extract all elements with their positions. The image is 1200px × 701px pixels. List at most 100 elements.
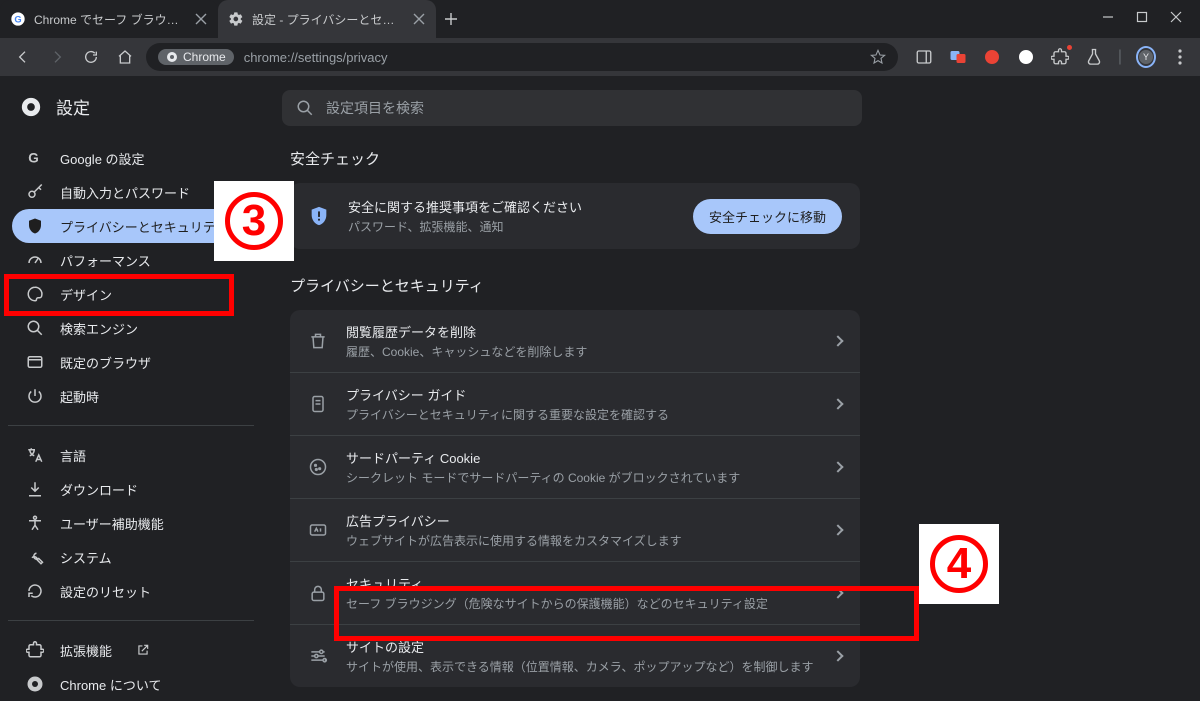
sidebar-divider (8, 425, 254, 426)
privacy-row-guide[interactable]: プライバシー ガイドプライバシーとセキュリティに関する重要な設定を確認する (290, 372, 860, 435)
sidebar-item-reset[interactable]: 設定のリセット (12, 574, 244, 608)
avatar[interactable]: Y (1136, 47, 1156, 67)
sidebar-item-key[interactable]: 自動入力とパスワード (12, 175, 244, 209)
back-button[interactable] (10, 44, 36, 70)
sidebar-item-search[interactable]: 検索エンジン (12, 311, 244, 345)
reload-button[interactable] (78, 44, 104, 70)
privacy-card: 閲覧履歴データを削除履歴、Cookie、キャッシュなどを削除しますプライバシー … (290, 310, 860, 687)
palette-icon (26, 285, 44, 303)
privacy-row-lock[interactable]: セキュリティセーフ ブラウジング（危険なサイトからの保護機能）などのセキュリティ… (290, 561, 860, 624)
privacy-row-trash[interactable]: 閲覧履歴データを削除履歴、Cookie、キャッシュなどを削除します (290, 310, 860, 372)
maximize-icon[interactable] (1136, 10, 1148, 28)
svg-text:G: G (14, 14, 21, 24)
sidebar-item-label: 設定のリセット (60, 582, 151, 601)
privacy-row-tune[interactable]: サイトの設定サイトが使用、表示できる情報（位置情報、カメラ、ポップアップなど）を… (290, 624, 860, 687)
reset-icon (26, 582, 44, 600)
window-buttons (1102, 0, 1200, 38)
labs-icon[interactable] (1084, 47, 1104, 67)
toolbar-actions: | Y (906, 47, 1190, 67)
safety-title: 安全に関する推奨事項をご確認ください (348, 197, 675, 216)
panel-icon[interactable] (914, 47, 934, 67)
shield-warn-icon (308, 205, 330, 227)
trash-icon (308, 331, 328, 351)
sidebar-item-palette[interactable]: デザイン (12, 277, 244, 311)
key-icon (26, 183, 44, 201)
sidebar-item-label: ダウンロード (60, 480, 138, 499)
sidebar-item-accessibility[interactable]: ユーザー補助機能 (12, 506, 244, 540)
row-subtitle: プライバシーとセキュリティに関する重要な設定を確認する (346, 406, 816, 423)
settings-search[interactable]: 設定項目を検索 (282, 90, 862, 126)
star-icon[interactable] (870, 49, 886, 65)
tune-icon (308, 646, 328, 666)
sidebar-item-label: 拡張機能 (60, 641, 112, 660)
sidebar-item-label: 言語 (60, 446, 86, 465)
sidebar-item-label: ユーザー補助機能 (60, 514, 164, 533)
ads-icon (308, 520, 328, 540)
search-icon (296, 99, 314, 117)
row-title: プライバシー ガイド (346, 385, 816, 404)
row-title: サイトの設定 (346, 637, 816, 656)
row-subtitle: セーフ ブラウジング（危険なサイトからの保護機能）などのセキュリティ設定 (346, 595, 816, 612)
sidebar-item-label: 自動入力とパスワード (60, 183, 190, 202)
sidebar-item-gauge[interactable]: パフォーマンス (12, 243, 244, 277)
settings-main: 設定項目を検索 安全チェック 安全に関する推奨事項をご確認ください パスワード、… (262, 76, 1200, 698)
sidebar-item-puzzle[interactable]: 拡張機能 (12, 633, 244, 667)
sidebar-item-chrome[interactable]: Chrome について (12, 667, 244, 701)
section-title-privacy: プライバシーとセキュリティ (290, 275, 1200, 296)
sidebar-item-label: システム (60, 548, 112, 567)
sidebar-item-translate[interactable]: 言語 (12, 438, 244, 472)
privacy-row-ads[interactable]: 広告プライバシーウェブサイトが広告表示に使用する情報をカスタマイズします (290, 498, 860, 561)
chevron-right-icon (832, 524, 843, 535)
safety-check-button[interactable]: 安全チェックに移動 (693, 199, 842, 234)
power-icon (26, 387, 44, 405)
sidebar-item-label: 既定のブラウザ (60, 353, 151, 372)
sidebar-item-browser[interactable]: 既定のブラウザ (12, 345, 244, 379)
privacy-row-cookie[interactable]: サードパーティ Cookieシークレット モードでサードパーティの Cookie… (290, 435, 860, 498)
minimize-icon[interactable] (1102, 10, 1114, 28)
close-icon[interactable] (412, 12, 426, 26)
home-button[interactable] (112, 44, 138, 70)
chevron-right-icon (832, 335, 843, 346)
sidebar-item-power[interactable]: 起動時 (12, 379, 244, 413)
kebab-menu-icon[interactable] (1170, 47, 1190, 67)
sidebar-item-wrench[interactable]: システム (12, 540, 244, 574)
row-subtitle: ウェブサイトが広告表示に使用する情報をカスタマイズします (346, 532, 816, 549)
row-subtitle: シークレット モードでサードパーティの Cookie がブロックされています (346, 469, 816, 486)
chevron-right-icon (832, 587, 843, 598)
new-tab-button[interactable] (436, 0, 466, 38)
search-icon (26, 319, 44, 337)
chevron-right-icon (832, 398, 843, 409)
sidebar-item-label: 検索エンジン (60, 319, 138, 338)
chrome-scheme-chip: Chrome (158, 49, 234, 65)
row-subtitle: 履歴、Cookie、キャッシュなどを削除します (346, 343, 816, 360)
translate-ext-icon[interactable] (948, 47, 968, 67)
omnibox[interactable]: Chrome chrome://settings/privacy (146, 43, 898, 71)
sidebar-item-label: パフォーマンス (60, 251, 151, 270)
tab-title: 設定 - プライバシーとセキュリティ (252, 11, 404, 28)
forward-button[interactable] (44, 44, 70, 70)
wrench-icon (26, 548, 44, 566)
sidebar-item-download[interactable]: ダウンロード (12, 472, 244, 506)
row-title: 閲覧履歴データを削除 (346, 322, 816, 341)
sidebar-item-label: Google の設定 (60, 149, 145, 168)
chrome-icon (26, 675, 44, 693)
url-path: chrome://settings/privacy (244, 50, 388, 65)
tab-active[interactable]: 設定 - プライバシーとセキュリティ (218, 0, 436, 38)
extensions-icon[interactable] (1050, 47, 1070, 67)
sidebar-divider (8, 620, 254, 621)
translate-icon (26, 446, 44, 464)
sidebar-item-shield-priv[interactable]: プライバシーとセキュリティ (12, 209, 244, 243)
search-placeholder: 設定項目を検索 (326, 98, 424, 118)
tab-inactive[interactable]: G Chrome でセーフ ブラウジングの保… (0, 0, 218, 38)
toolbar: Chrome chrome://settings/privacy | Y (0, 38, 1200, 76)
close-icon[interactable] (194, 12, 208, 26)
gear-icon (228, 11, 244, 27)
sidebar-item-google-g[interactable]: GGoogle の設定 (12, 141, 244, 175)
cookie-icon (308, 457, 328, 477)
circle-icon[interactable] (1016, 47, 1036, 67)
sidebar-item-label: プライバシーとセキュリティ (60, 217, 228, 236)
close-window-icon[interactable] (1170, 10, 1182, 28)
recording-icon[interactable] (982, 47, 1002, 67)
sidebar-item-label: 起動時 (60, 387, 99, 406)
chrome-chip-label: Chrome (183, 50, 226, 64)
